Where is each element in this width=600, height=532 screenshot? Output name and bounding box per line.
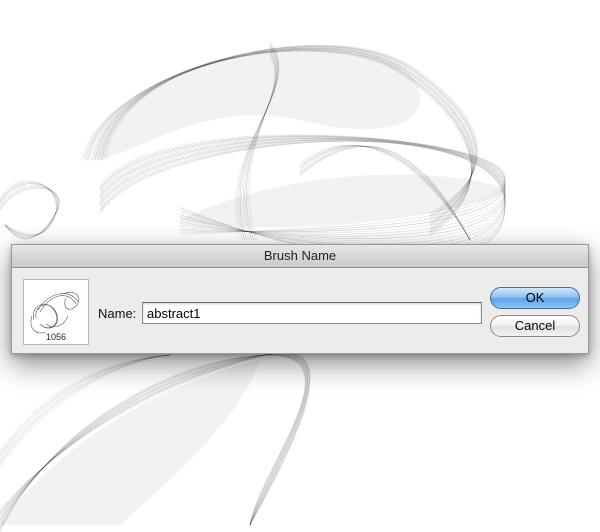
- brush-name-input[interactable]: [142, 302, 482, 324]
- smoke-haze: [0, 360, 260, 525]
- smoke-haze: [95, 48, 421, 160]
- brush-name-dialog: Brush Name 1056 Name: OK Cancel: [11, 244, 589, 354]
- name-label: Name:: [98, 306, 137, 321]
- smoke-strand: [0, 186, 60, 239]
- ok-button[interactable]: OK: [490, 287, 580, 309]
- brush-preview: 1056: [23, 279, 89, 345]
- dialog-title: Brush Name: [12, 245, 588, 268]
- dialog-content: 1056 Name: OK Cancel: [12, 268, 588, 353]
- cancel-button[interactable]: Cancel: [490, 315, 580, 337]
- brush-count: 1056: [45, 332, 67, 342]
